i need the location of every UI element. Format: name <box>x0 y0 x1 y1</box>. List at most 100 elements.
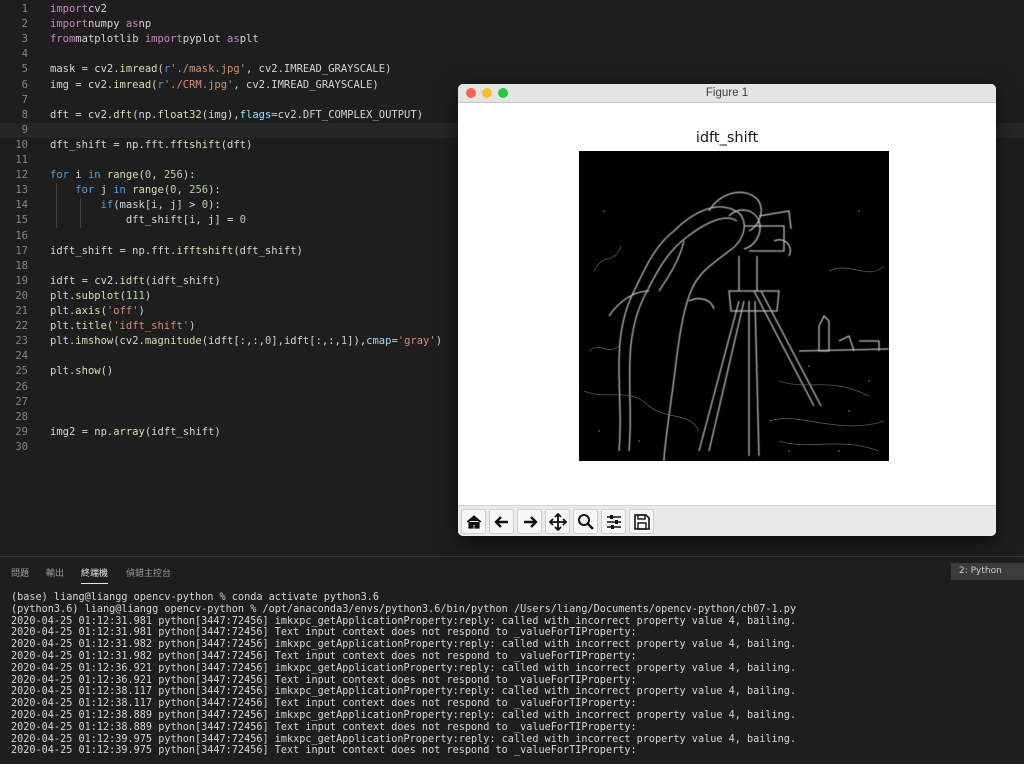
code-token: ifftshift <box>176 244 234 257</box>
code-line[interactable]: 1 importcv2 <box>0 2 1024 17</box>
code-line[interactable]: 4 <box>0 47 1024 62</box>
code-token: magnitude <box>144 335 202 348</box>
code-token: title <box>75 320 107 333</box>
terminal-line: 2020-04-25 01:12:39.975 python[3447:7245… <box>11 745 637 757</box>
terminal-select-dropdown[interactable]: 2: Python <box>951 563 1024 580</box>
code-token: () <box>100 365 114 378</box>
code-text: plt.imshow(cv2.magnitude(idft[:,:,0],idf… <box>50 334 442 349</box>
code-text: plt.title('idft_shift') <box>50 319 195 334</box>
code-token: ): <box>182 169 196 182</box>
line-number: 3 <box>21 33 28 46</box>
code-token: (idft_shift) <box>144 274 221 287</box>
code-text: frommatplotlib importpyplot asplt <box>50 32 259 47</box>
configure-subplots-button[interactable] <box>601 509 626 534</box>
save-icon <box>634 514 650 530</box>
code-line[interactable]: 3 frommatplotlib importpyplot asplt <box>0 32 1024 47</box>
code-token: imread <box>113 78 152 91</box>
line-number: 11 <box>15 154 28 166</box>
tab-problems[interactable]: 問題 <box>11 566 29 579</box>
line-number: 21 <box>15 305 28 317</box>
line-number: 18 <box>15 259 28 272</box>
code-token: if <box>100 199 114 212</box>
code-token: for <box>75 184 95 197</box>
indent-guide <box>80 198 81 229</box>
code-text: if(mask[i, j] > 0): <box>50 198 221 213</box>
code-token: , cv2.IMREAD_GRAYSCALE) <box>233 78 379 91</box>
code-token: array <box>113 425 145 438</box>
code-text: img2 = np.array(idft_shift) <box>50 425 221 440</box>
code-token: (img), <box>201 108 240 121</box>
code-token: './CRM.jpg' <box>163 78 234 91</box>
home-button[interactable] <box>461 509 486 534</box>
figure-window-title: Figure 1 <box>705 87 749 99</box>
code-token: idft_shift = np.fft. <box>50 244 177 257</box>
code-token: range <box>125 184 164 197</box>
code-line[interactable]: 2 importnumpy asnp <box>0 17 1024 32</box>
code-token: 'off' <box>106 305 139 317</box>
code-token: dft_shift = np.fft. <box>50 138 171 151</box>
code-token: './mask.jpg' <box>170 63 246 76</box>
terminal-line: 2020-04-25 01:12:36.921 python[3447:7245… <box>11 662 797 674</box>
code-token: in <box>113 184 126 197</box>
terminal-line: 2020-04-25 01:12:36.921 python[3447:7245… <box>11 674 637 686</box>
terminal-line: 2020-04-25 01:12:39.975 python[3447:7245… <box>11 733 797 745</box>
zoom-button[interactable] <box>573 509 598 534</box>
code-token: j <box>94 184 114 197</box>
home-icon <box>466 515 482 529</box>
configure-subplots-icon <box>607 515 621 529</box>
code-token: 'idft_shift' <box>113 320 190 333</box>
code-token: , <box>176 184 190 197</box>
code-token: as <box>227 33 240 46</box>
code-token: show <box>75 365 101 378</box>
line-number: 8 <box>21 108 28 121</box>
code-token: cmap <box>366 335 392 348</box>
code-token: np <box>138 18 152 31</box>
code-token: plt <box>239 33 259 46</box>
code-token: ) <box>144 289 152 302</box>
figure-window[interactable]: Figure 1 idft_shift <box>458 84 996 536</box>
code-token: (dft_shift) <box>233 244 303 257</box>
code-text: dft_shift = np.fft.fftshift(dft) <box>50 138 252 153</box>
code-token: 256 <box>163 169 183 182</box>
line-number: 24 <box>15 350 28 363</box>
code-token: , cv2.IMREAD_GRAYSCALE) <box>246 63 392 76</box>
code-line[interactable]: 5 mask = cv2.imread(r'./mask.jpg', cv2.IM… <box>0 62 1024 77</box>
line-number: 2 <box>21 18 28 31</box>
line-number: 30 <box>15 440 28 453</box>
code-token: fftshift <box>170 138 221 151</box>
figure-titlebar[interactable]: Figure 1 <box>458 84 996 103</box>
code-token: img2 = np. <box>50 425 114 438</box>
line-number: 28 <box>15 410 28 423</box>
tab-output[interactable]: 輸出 <box>46 566 64 579</box>
terminal-line: 2020-04-25 01:12:31.981 python[3447:7245… <box>11 615 797 627</box>
line-number: 13 <box>15 184 28 197</box>
code-text: importcv2 <box>50 2 107 17</box>
tab-debug-console[interactable]: 偵錯主控台 <box>126 566 171 579</box>
indent-guide <box>56 183 57 229</box>
code-text: for i in range(0, 256): <box>50 168 195 183</box>
tab-terminal[interactable]: 終端機 <box>81 566 109 584</box>
code-token: dft = cv2. <box>50 108 114 121</box>
terminal-line: 2020-04-25 01:12:38.889 python[3447:7245… <box>11 710 797 721</box>
code-token: import <box>50 3 88 15</box>
terminal-output[interactable]: (base) liang@liangg opencv-python % cond… <box>0 588 1024 764</box>
line-number: 5 <box>21 63 28 76</box>
line-number: 17 <box>15 244 28 257</box>
back-button[interactable] <box>489 509 514 534</box>
code-token: numpy <box>87 18 126 31</box>
line-number: 10 <box>15 138 28 151</box>
forward-button[interactable] <box>517 509 542 534</box>
terminal-line: 2020-04-25 01:12:38.117 python[3447:7245… <box>11 686 797 698</box>
code-token: idft = cv2. <box>50 274 120 287</box>
line-number: 22 <box>15 320 28 333</box>
save-button[interactable] <box>629 509 654 534</box>
code-token: (idft[:,:, <box>201 335 265 348</box>
line-number: 4 <box>21 48 28 61</box>
code-token: plt. <box>50 320 76 333</box>
line-number: 26 <box>15 380 28 393</box>
back-arrow-icon <box>494 516 508 528</box>
code-token: mask = cv2. <box>50 63 120 76</box>
pan-button[interactable] <box>545 509 570 534</box>
